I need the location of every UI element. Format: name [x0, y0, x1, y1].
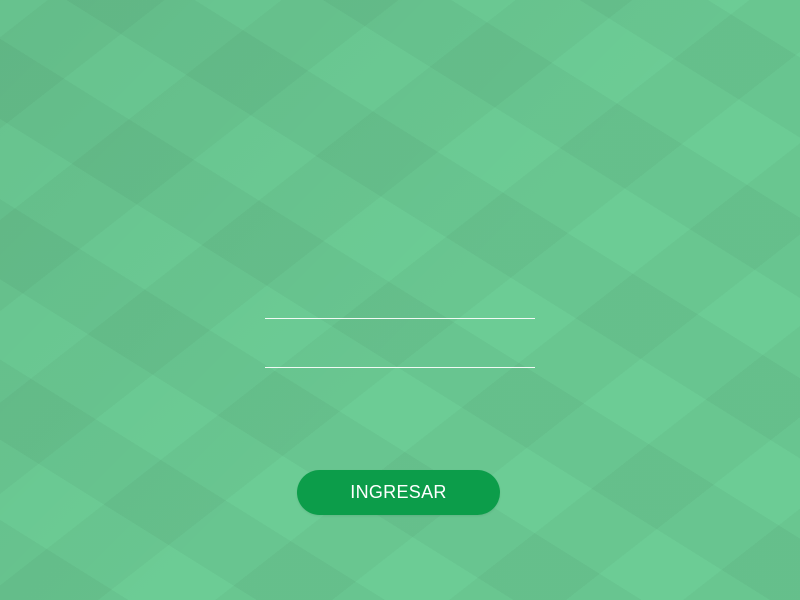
login-button[interactable]: INGRESAR	[297, 470, 500, 515]
username-field[interactable]	[265, 283, 535, 319]
password-field[interactable]	[265, 332, 535, 368]
login-form: INGRESAR	[0, 0, 800, 600]
